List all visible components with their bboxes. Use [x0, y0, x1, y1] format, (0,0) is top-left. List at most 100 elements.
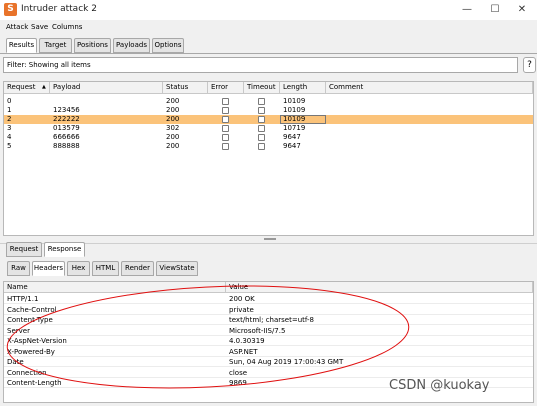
cell-length: 10719 — [283, 124, 306, 132]
header-name: Date — [7, 358, 24, 366]
column-header-name[interactable]: Name — [4, 282, 226, 293]
header-name: Server — [7, 326, 30, 335]
error-checkbox[interactable] — [222, 134, 229, 141]
focused-cell-outline — [280, 115, 326, 124]
header-name: Content-Type — [7, 316, 53, 324]
header-value: private — [229, 305, 254, 314]
header-name: HTTP/1.1 — [7, 295, 39, 303]
header-name: Content-Length — [7, 379, 62, 387]
cell-status: 200 — [166, 133, 180, 141]
tab-results[interactable]: Results — [6, 38, 37, 53]
tab-positions[interactable]: Positions — [74, 38, 111, 53]
column-header-status[interactable]: Status — [163, 82, 208, 94]
header-value: text/html; charset=utf-8 — [229, 316, 314, 324]
column-header-value[interactable]: Value — [226, 282, 533, 293]
header-row[interactable]: Cache-Control private — [4, 305, 533, 315]
header-row[interactable]: X-Powered-By ASP.NET — [4, 347, 533, 357]
tab-hex[interactable]: Hex — [67, 261, 90, 276]
timeout-checkbox[interactable] — [258, 116, 265, 123]
cell-request: 1 — [7, 106, 12, 114]
header-row[interactable]: HTTP/1.1 200 OK — [4, 294, 533, 304]
error-checkbox[interactable] — [222, 98, 229, 105]
header-row[interactable]: Server Microsoft-IIS/7.5 — [4, 326, 533, 336]
header-name: Cache-Control — [7, 305, 57, 314]
main-tab-bar: Results Target Positions Payloads Option… — [6, 38, 306, 53]
cell-payload: 888888 — [53, 142, 80, 150]
cell-status: 200 — [166, 142, 180, 150]
error-checkbox[interactable] — [222, 143, 229, 150]
cell-status: 200 — [166, 115, 180, 123]
header-row[interactable]: X-AspNet-Version 4.0.30319 — [4, 336, 533, 346]
tab-options[interactable]: Options — [152, 38, 184, 53]
tab-viewstate[interactable]: ViewState — [156, 261, 198, 276]
table-row[interactable]: 1 123456 200 10109 — [4, 106, 533, 115]
menu-bar: Attack Save Columns — [0, 21, 537, 34]
help-button[interactable]: ? — [523, 57, 536, 73]
timeout-checkbox[interactable] — [258, 143, 265, 150]
header-row[interactable]: Date Sun, 04 Aug 2019 17:00:43 GMT — [4, 357, 533, 367]
menu-save[interactable]: Save — [31, 23, 48, 31]
cell-length: 10109 — [283, 97, 306, 105]
header-value: 4.0.30319 — [229, 337, 265, 345]
tab-divider — [0, 53, 537, 54]
view-tab-bar: Raw Headers Hex HTML Render ViewState — [7, 261, 207, 276]
table-row[interactable]: 4 666666 200 9647 — [4, 133, 533, 142]
tab-raw[interactable]: Raw — [7, 261, 30, 276]
view-tab-panel: Raw Headers Hex HTML Render ViewState — [3, 258, 534, 276]
timeout-checkbox[interactable] — [258, 125, 265, 132]
tab-target[interactable]: Target — [39, 38, 72, 53]
table-row[interactable]: 3 013579 302 10719 — [4, 124, 533, 133]
table-row[interactable]: 2 222222 200 10109 — [4, 115, 533, 124]
header-name: X-Powered-By — [7, 347, 55, 356]
error-checkbox[interactable] — [222, 116, 229, 123]
column-header-error[interactable]: Error — [208, 82, 244, 94]
filter-text: Filter: Showing all items — [7, 61, 91, 69]
timeout-checkbox[interactable] — [258, 107, 265, 114]
minimize-button[interactable]: — — [452, 1, 482, 19]
results-table: Request ▲ Payload Status Error Timeout L… — [3, 81, 534, 236]
column-header-comment[interactable]: Comment — [326, 82, 533, 94]
header-row[interactable]: Connection close — [4, 368, 533, 378]
table-row[interactable]: 0 200 10109 — [4, 97, 533, 106]
column-header-payload[interactable]: Payload — [50, 82, 163, 94]
cell-payload: 222222 — [53, 115, 80, 123]
window-title: Intruder attack 2 — [21, 4, 97, 14]
cell-request: 5 — [7, 142, 12, 150]
cell-status: 200 — [166, 97, 180, 105]
error-checkbox[interactable] — [222, 125, 229, 132]
table-row[interactable]: 5 888888 200 9647 — [4, 142, 533, 151]
cell-payload: 123456 — [53, 106, 80, 114]
sort-ascending-icon: ▲ — [42, 84, 46, 90]
close-button[interactable]: ✕ — [507, 1, 537, 19]
menu-attack[interactable]: Attack — [6, 23, 28, 31]
tab-request[interactable]: Request — [6, 242, 42, 257]
header-value: 200 OK — [229, 295, 255, 303]
tab-payloads[interactable]: Payloads — [113, 38, 150, 53]
header-value: Microsoft-IIS/7.5 — [229, 326, 286, 335]
watermark-text: CSDN @kuokay — [389, 378, 490, 393]
cell-length: 9647 — [283, 133, 301, 141]
header-name: Connection — [7, 368, 47, 377]
column-header-request[interactable]: Request ▲ — [4, 82, 50, 94]
splitter-handle[interactable] — [264, 238, 276, 240]
cell-request: 4 — [7, 133, 12, 141]
tab-html[interactable]: HTML — [92, 261, 119, 276]
tab-render[interactable]: Render — [121, 261, 154, 276]
cell-payload: 666666 — [53, 133, 80, 141]
menu-columns[interactable]: Columns — [52, 23, 82, 31]
cell-request: 0 — [7, 97, 12, 105]
maximize-button[interactable]: ☐ — [480, 1, 510, 19]
filter-bar[interactable]: Filter: Showing all items — [3, 57, 518, 73]
burp-app-icon: S — [4, 3, 17, 16]
header-row[interactable]: Content-Type text/html; charset=utf-8 — [4, 315, 533, 325]
timeout-checkbox[interactable] — [258, 134, 265, 141]
timeout-checkbox[interactable] — [258, 98, 265, 105]
header-name: X-AspNet-Version — [7, 337, 67, 345]
header-value: 9869 — [229, 379, 247, 387]
error-checkbox[interactable] — [222, 107, 229, 114]
header-value: ASP.NET — [229, 347, 258, 356]
tab-response[interactable]: Response — [44, 242, 85, 257]
column-header-length[interactable]: Length — [280, 82, 326, 94]
column-header-timeout[interactable]: Timeout — [244, 82, 280, 94]
tab-headers[interactable]: Headers — [32, 261, 65, 276]
